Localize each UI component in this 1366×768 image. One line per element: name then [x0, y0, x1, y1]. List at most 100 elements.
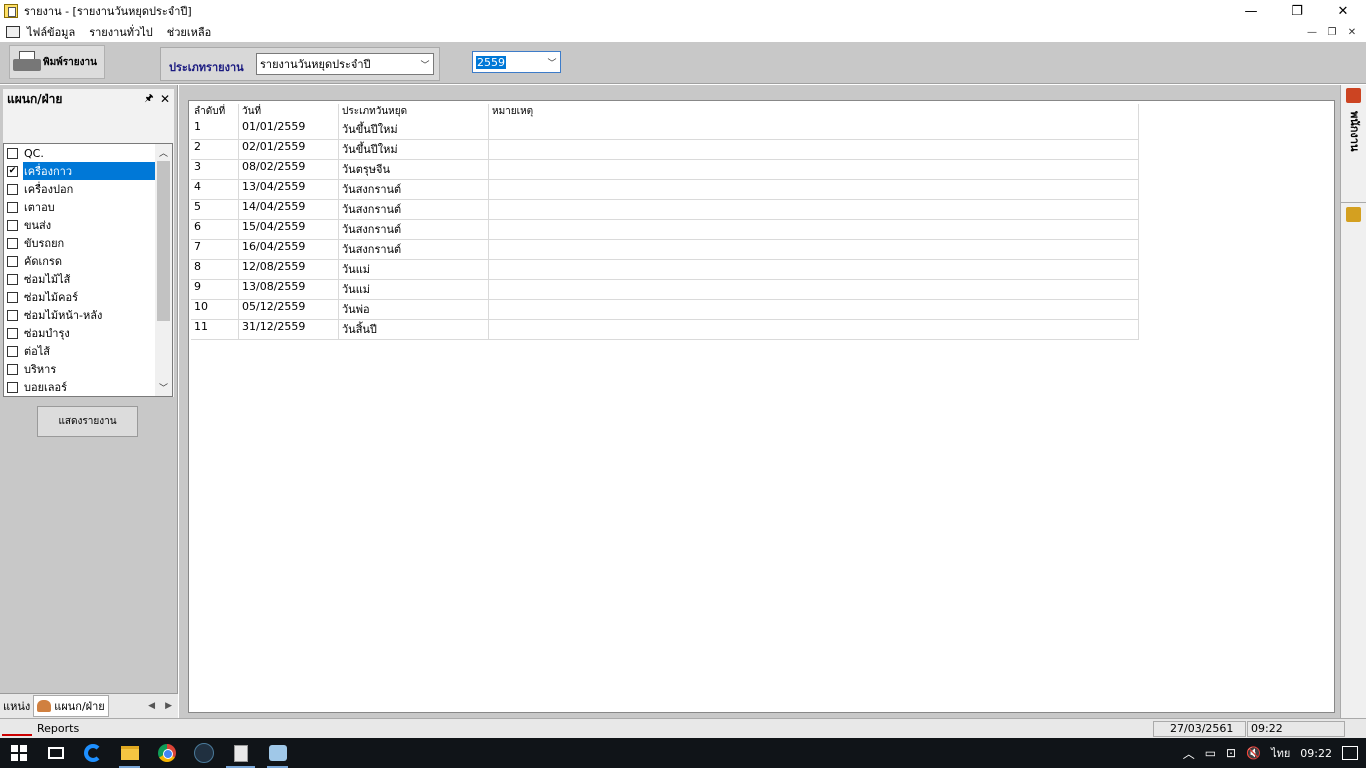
column-header-date[interactable]: วันที่ — [239, 104, 339, 120]
department-checkbox[interactable] — [7, 291, 18, 303]
table-row[interactable]: 1 01/01/2559 วันขึ้นปีใหม่ — [191, 120, 1139, 140]
chrome-button[interactable] — [148, 738, 185, 768]
department-checkbox[interactable] — [7, 255, 18, 267]
department-item[interactable]: คัดเกรด — [4, 252, 172, 270]
battery-icon[interactable]: ▭ — [1205, 746, 1216, 760]
chevron-down-icon[interactable]: ﹀ — [544, 52, 560, 72]
department-item[interactable]: QC. — [4, 144, 172, 162]
cell-order: 11 — [191, 320, 239, 339]
cell-order: 4 — [191, 180, 239, 199]
chevron-down-icon[interactable]: ﹀ — [417, 54, 433, 74]
table-row[interactable]: 9 13/08/2559 วันแม่ — [191, 280, 1139, 300]
show-report-button[interactable]: แสดงรายงาน — [37, 406, 138, 437]
menu-general-reports[interactable]: รายงานทั่วไป — [82, 23, 160, 41]
department-checkbox[interactable] — [7, 273, 18, 285]
report-grid-container[interactable]: ลำดับที่ วันที่ ประเภทวันหยุด หมายเหตุ 1… — [188, 100, 1335, 713]
table-row[interactable]: 5 14/04/2559 วันสงกรานต์ — [191, 200, 1139, 220]
tab-prev-icon[interactable]: ◀ — [148, 701, 155, 711]
tab-next-icon[interactable]: ▶ — [165, 701, 172, 711]
employee-tab-label[interactable]: พนักงาน — [1345, 111, 1363, 152]
maximize-button[interactable]: ❐ — [1274, 0, 1320, 22]
department-checkbox[interactable] — [7, 183, 18, 195]
task-view-button[interactable] — [37, 738, 74, 768]
table-row[interactable]: 6 15/04/2559 วันสงกรานต์ — [191, 220, 1139, 240]
mdi-close-button[interactable]: ✕ — [1342, 24, 1362, 40]
department-item[interactable]: เตาอบ — [4, 198, 172, 216]
panel-close-icon[interactable]: ✕ — [156, 92, 174, 106]
cell-order: 8 — [191, 260, 239, 279]
menu-file[interactable]: ไฟล์ข้อมูล — [20, 23, 82, 41]
edge-button[interactable] — [74, 738, 111, 768]
department-item[interactable]: ซ่อมไม้ไส้ — [4, 270, 172, 288]
department-checkbox[interactable] — [7, 345, 18, 357]
department-item[interactable]: ซ่อมไม้หน้า-หลัง — [4, 306, 172, 324]
department-scrollbar[interactable]: ︿ ﹀ — [155, 144, 172, 396]
print-report-button[interactable]: พิมพ์รายงาน — [9, 45, 105, 79]
table-row[interactable]: 8 12/08/2559 วันแม่ — [191, 260, 1139, 280]
table-row[interactable]: 3 08/02/2559 วันตรุษจีน — [191, 160, 1139, 180]
department-item[interactable]: บอยเลอร์ — [4, 378, 172, 396]
cell-order: 9 — [191, 280, 239, 299]
scroll-up-icon[interactable]: ︿ — [155, 144, 172, 161]
department-checkbox[interactable]: ✔ — [7, 165, 18, 177]
report-app-button[interactable] — [222, 738, 259, 768]
mdi-minimize-button[interactable]: — — [1302, 24, 1322, 40]
close-button[interactable]: ✕ — [1320, 0, 1366, 22]
department-item[interactable]: ซ่อมบำรุง — [4, 324, 172, 342]
department-checkbox[interactable] — [7, 219, 18, 231]
department-checkbox[interactable] — [7, 363, 18, 375]
department-item[interactable]: ขับรถยก — [4, 234, 172, 252]
table-row[interactable]: 4 13/04/2559 วันสงกรานต์ — [191, 180, 1139, 200]
department-checkbox[interactable] — [7, 201, 18, 213]
department-item[interactable]: ซ่อมไม้คอร์ — [4, 288, 172, 306]
department-label: ซ่อมบำรุง — [24, 327, 70, 340]
dark-app-button[interactable] — [185, 738, 222, 768]
document-icon[interactable] — [6, 26, 20, 38]
taskbar: ︿ ▭ ⊡ 🔇 ไทย 09:22 — [0, 738, 1366, 768]
department-list[interactable]: QC. ✔ เครื่องกาว เครื่องปอกเตาอบขนส่ง ขับรถย… — [3, 143, 173, 397]
start-button[interactable] — [0, 738, 37, 768]
department-checkbox[interactable] — [7, 309, 18, 321]
department-item[interactable]: ขนส่ง — [4, 216, 172, 234]
app-icon[interactable] — [4, 4, 18, 18]
taskbar-clock[interactable]: 09:22 — [1300, 747, 1332, 760]
report-type-select[interactable]: รายงานวันหยุดประจำปี ﹀ — [256, 53, 434, 75]
table-row[interactable]: 11 31/12/2559 วันสิ้นปี — [191, 320, 1139, 340]
paint-button[interactable] — [259, 738, 296, 768]
department-checkbox[interactable] — [7, 327, 18, 339]
explorer-button[interactable] — [111, 738, 148, 768]
department-checkbox[interactable] — [7, 381, 18, 393]
minimize-button[interactable]: — — [1228, 0, 1274, 22]
volume-mute-icon[interactable]: 🔇 — [1246, 746, 1261, 760]
department-item[interactable]: เครื่องปอก — [4, 180, 172, 198]
department-item[interactable]: ✔ เครื่องกาว — [4, 162, 172, 180]
department-item[interactable]: ต่อไส้ — [4, 342, 172, 360]
table-row[interactable]: 2 02/01/2559 วันขึ้นปีใหม่ — [191, 140, 1139, 160]
scroll-down-icon[interactable]: ﹀ — [155, 379, 172, 396]
language-indicator[interactable]: ไทย — [1271, 744, 1290, 762]
column-header-order[interactable]: ลำดับที่ — [191, 104, 239, 120]
network-icon[interactable]: ⊡ — [1226, 746, 1236, 760]
tab-department[interactable]: แผนก/ฝ่าย — [33, 695, 109, 717]
chevron-up-icon[interactable]: ︿ — [1183, 745, 1195, 762]
table-row[interactable]: 10 05/12/2559 วันพ่อ — [191, 300, 1139, 320]
department-label: เตาอบ — [24, 201, 55, 214]
tool-icon[interactable] — [1346, 207, 1361, 222]
mdi-restore-button[interactable]: ❐ — [1322, 24, 1342, 40]
department-item[interactable]: บริหาร — [4, 360, 172, 378]
column-header-holiday-type[interactable]: ประเภทวันหยุด — [339, 104, 489, 120]
table-row[interactable]: 7 16/04/2559 วันสงกรานต์ — [191, 240, 1139, 260]
year-select[interactable]: 2559 ﹀ — [472, 51, 561, 73]
department-checkbox[interactable] — [7, 237, 18, 249]
department-checkbox[interactable] — [7, 147, 18, 159]
mdi-controls: — ❐ ✕ — [1302, 24, 1362, 40]
department-label: เครื่องกาว — [23, 162, 157, 180]
pin-icon[interactable]: 🖈 — [142, 91, 156, 108]
tab-position[interactable]: แหน่ง — [0, 695, 33, 717]
notification-icon[interactable] — [1342, 746, 1358, 760]
menu-help[interactable]: ช่วยเหลือ — [160, 23, 218, 41]
cell-date: 13/08/2559 — [239, 280, 339, 299]
scroll-thumb[interactable] — [157, 161, 170, 321]
employee-icon[interactable] — [1346, 88, 1361, 103]
column-header-remark[interactable]: หมายเหตุ — [489, 104, 1139, 120]
